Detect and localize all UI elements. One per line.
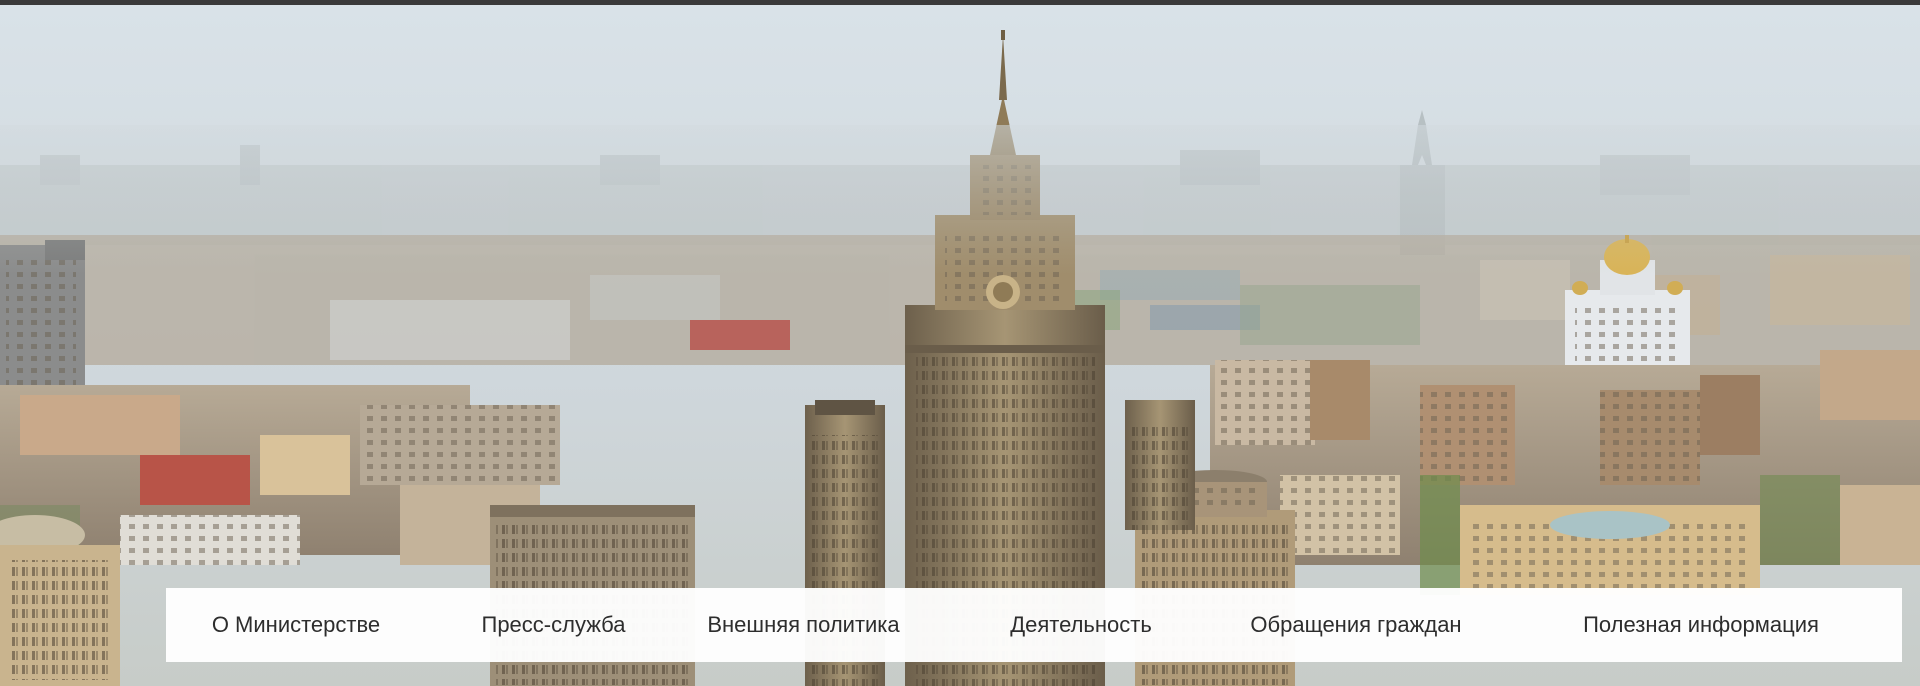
nav-item-label: Полезная информация	[1583, 612, 1819, 637]
nav-item-label: О Министерстве	[211, 612, 381, 637]
nav-item-label: Внешняя политика	[707, 612, 900, 637]
nav-item-citizen-appeals[interactable]: Обращения граждан	[1236, 588, 1476, 662]
nav-item-about-ministry[interactable]: О Министерстве	[196, 588, 396, 662]
nav-item-label: Пресс-служба	[481, 612, 626, 637]
main-navigation: О Министерстве Пресс-служба Внешняя поли…	[166, 588, 1902, 662]
top-strip	[0, 0, 1920, 5]
hero-image	[0, 5, 1920, 686]
nav-item-useful-information[interactable]: Полезная информация	[1571, 588, 1831, 662]
page: О Министерстве Пресс-служба Внешняя поли…	[0, 0, 1920, 686]
nav-item-label: Деятельность	[1010, 612, 1152, 637]
nav-list: О Министерстве Пресс-служба Внешняя поли…	[166, 588, 1902, 662]
nav-item-activities[interactable]: Деятельность	[986, 588, 1176, 662]
nav-item-foreign-policy[interactable]: Внешняя политика	[696, 588, 911, 662]
nav-item-press-service[interactable]: Пресс-служба	[466, 588, 641, 662]
nav-item-label: Обращения граждан	[1250, 612, 1462, 637]
